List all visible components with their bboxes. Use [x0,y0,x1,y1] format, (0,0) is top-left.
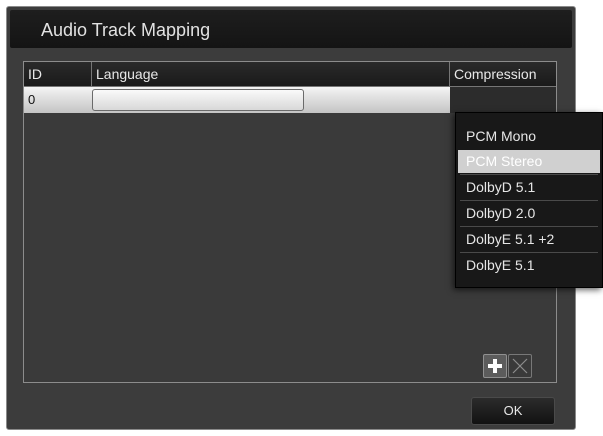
compression-cell[interactable] [450,87,556,113]
ok-button[interactable]: OK [471,397,555,425]
column-header-id[interactable]: ID [24,62,92,86]
dropdown-divider [460,226,598,227]
dropdown-divider [460,200,598,201]
dropdown-option-pcm-stereo[interactable]: PCM Stereo [458,150,600,173]
column-header-language[interactable]: Language [92,62,450,86]
column-header-compression[interactable]: Compression [450,62,556,86]
dropdown-option-pcm-mono[interactable]: PCM Mono [458,125,600,148]
plus-icon [488,359,502,373]
dropdown-option-dolbye-5-1[interactable]: DolbyE 5.1 [458,254,600,277]
dialog-title: Audio Track Mapping [41,20,211,40]
add-track-button[interactable] [483,354,507,378]
grid-header: ID Language Compression [24,62,556,87]
compression-dropdown-list: PCM Mono PCM Stereo DolbyD 5.1 DolbyD 2.… [455,112,603,288]
delete-track-button[interactable] [508,354,532,378]
cell-id: 0 [28,92,36,107]
table-row[interactable]: 0 [24,87,556,113]
dropdown-option-dolbyd-2-0[interactable]: DolbyD 2.0 [458,202,600,225]
language-input[interactable] [92,89,304,111]
dropdown-option-dolbyd-5-1[interactable]: DolbyD 5.1 [458,176,600,199]
dropdown-divider [460,252,598,253]
dropdown-divider [460,174,598,175]
dialog-title-bar: Audio Track Mapping [10,10,572,48]
x-icon [512,358,528,374]
dropdown-option-dolbye-5-1-plus-2[interactable]: DolbyE 5.1 +2 [458,228,600,251]
